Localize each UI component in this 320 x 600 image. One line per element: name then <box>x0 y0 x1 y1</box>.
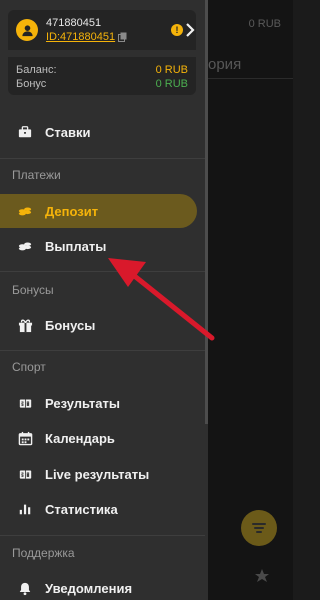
divider <box>0 350 205 351</box>
menu-item-live-results[interactable]: Live результаты <box>0 457 205 491</box>
bonus-value: 0 RUB <box>155 78 188 90</box>
balance-card: Баланс: 0 RUB Бонус 0 RUB <box>8 57 196 95</box>
menu-item-results[interactable]: Результаты <box>0 386 205 420</box>
filter-fab-button[interactable] <box>241 510 277 546</box>
menu-item-payouts[interactable]: Выплаты <box>0 229 205 263</box>
bg-tab-label: ория <box>208 56 242 73</box>
section-title-bonuses: Бонусы <box>12 283 54 297</box>
navigation-drawer: 471880451 ID:471880451 ! Баланс: 0 RUB Б… <box>0 0 208 600</box>
bg-tab-divider <box>208 78 293 79</box>
menu-item-notifications[interactable]: Уведомления <box>0 571 205 600</box>
gift-icon <box>17 317 33 333</box>
user-icon <box>21 24 33 36</box>
divider <box>0 535 205 536</box>
bonus-row: Бонус 0 RUB <box>16 78 188 90</box>
menu-item-label: Ставки <box>45 124 91 140</box>
bar-chart-icon <box>17 501 33 517</box>
menu-item-bets[interactable]: Ставки <box>0 115 205 149</box>
menu-item-statistics[interactable]: Статистика <box>0 492 205 526</box>
balance-label: Баланс: <box>16 64 57 76</box>
section-title-support: Поддержка <box>12 546 75 560</box>
section-title-payments: Платежи <box>12 168 61 182</box>
bg-balance-text: 0 RUB <box>248 18 281 30</box>
balance-value: 0 RUB <box>155 64 188 76</box>
menu-item-bonuses[interactable]: Бонусы <box>0 308 205 342</box>
divider <box>0 158 205 159</box>
menu-item-label: Live результаты <box>45 466 150 482</box>
bonus-label: Бонус <box>16 78 47 90</box>
copy-icon[interactable] <box>118 32 127 42</box>
account-login: 471880451 <box>46 17 102 29</box>
menu-item-calendar[interactable]: Календарь <box>0 421 205 455</box>
coins-icon <box>17 203 33 219</box>
section-title-sport: Спорт <box>12 360 46 374</box>
menu-item-label: Депозит <box>45 203 99 219</box>
balance-row: Баланс: 0 RUB <box>16 64 188 76</box>
chevron-right-icon[interactable] <box>184 21 196 39</box>
menu-item-label: Бонусы <box>45 317 96 333</box>
scoreboard-icon <box>17 395 33 411</box>
account-card[interactable]: 471880451 ID:471880451 ! <box>8 10 196 50</box>
filter-icon <box>252 523 266 533</box>
menu-item-label: Статистика <box>45 501 118 517</box>
menu-item-deposit[interactable]: Депозит <box>0 194 197 228</box>
menu-item-label: Выплаты <box>45 238 107 254</box>
menu-item-label: Результаты <box>45 395 120 411</box>
alert-badge: ! <box>171 24 183 36</box>
briefcase-icon <box>17 124 33 140</box>
menu-item-label: Календарь <box>45 430 115 446</box>
account-id-link[interactable]: ID:471880451 <box>46 30 127 44</box>
coins-icon <box>17 238 33 254</box>
account-id-text: ID:471880451 <box>46 31 116 43</box>
drawer-scrollbar[interactable] <box>205 0 208 424</box>
bell-icon <box>17 580 33 596</box>
calendar-icon <box>17 430 33 446</box>
live-scoreboard-icon <box>17 466 33 482</box>
avatar <box>16 19 38 41</box>
star-icon[interactable] <box>254 568 270 584</box>
divider <box>0 271 205 272</box>
menu-item-label: Уведомления <box>45 580 133 596</box>
